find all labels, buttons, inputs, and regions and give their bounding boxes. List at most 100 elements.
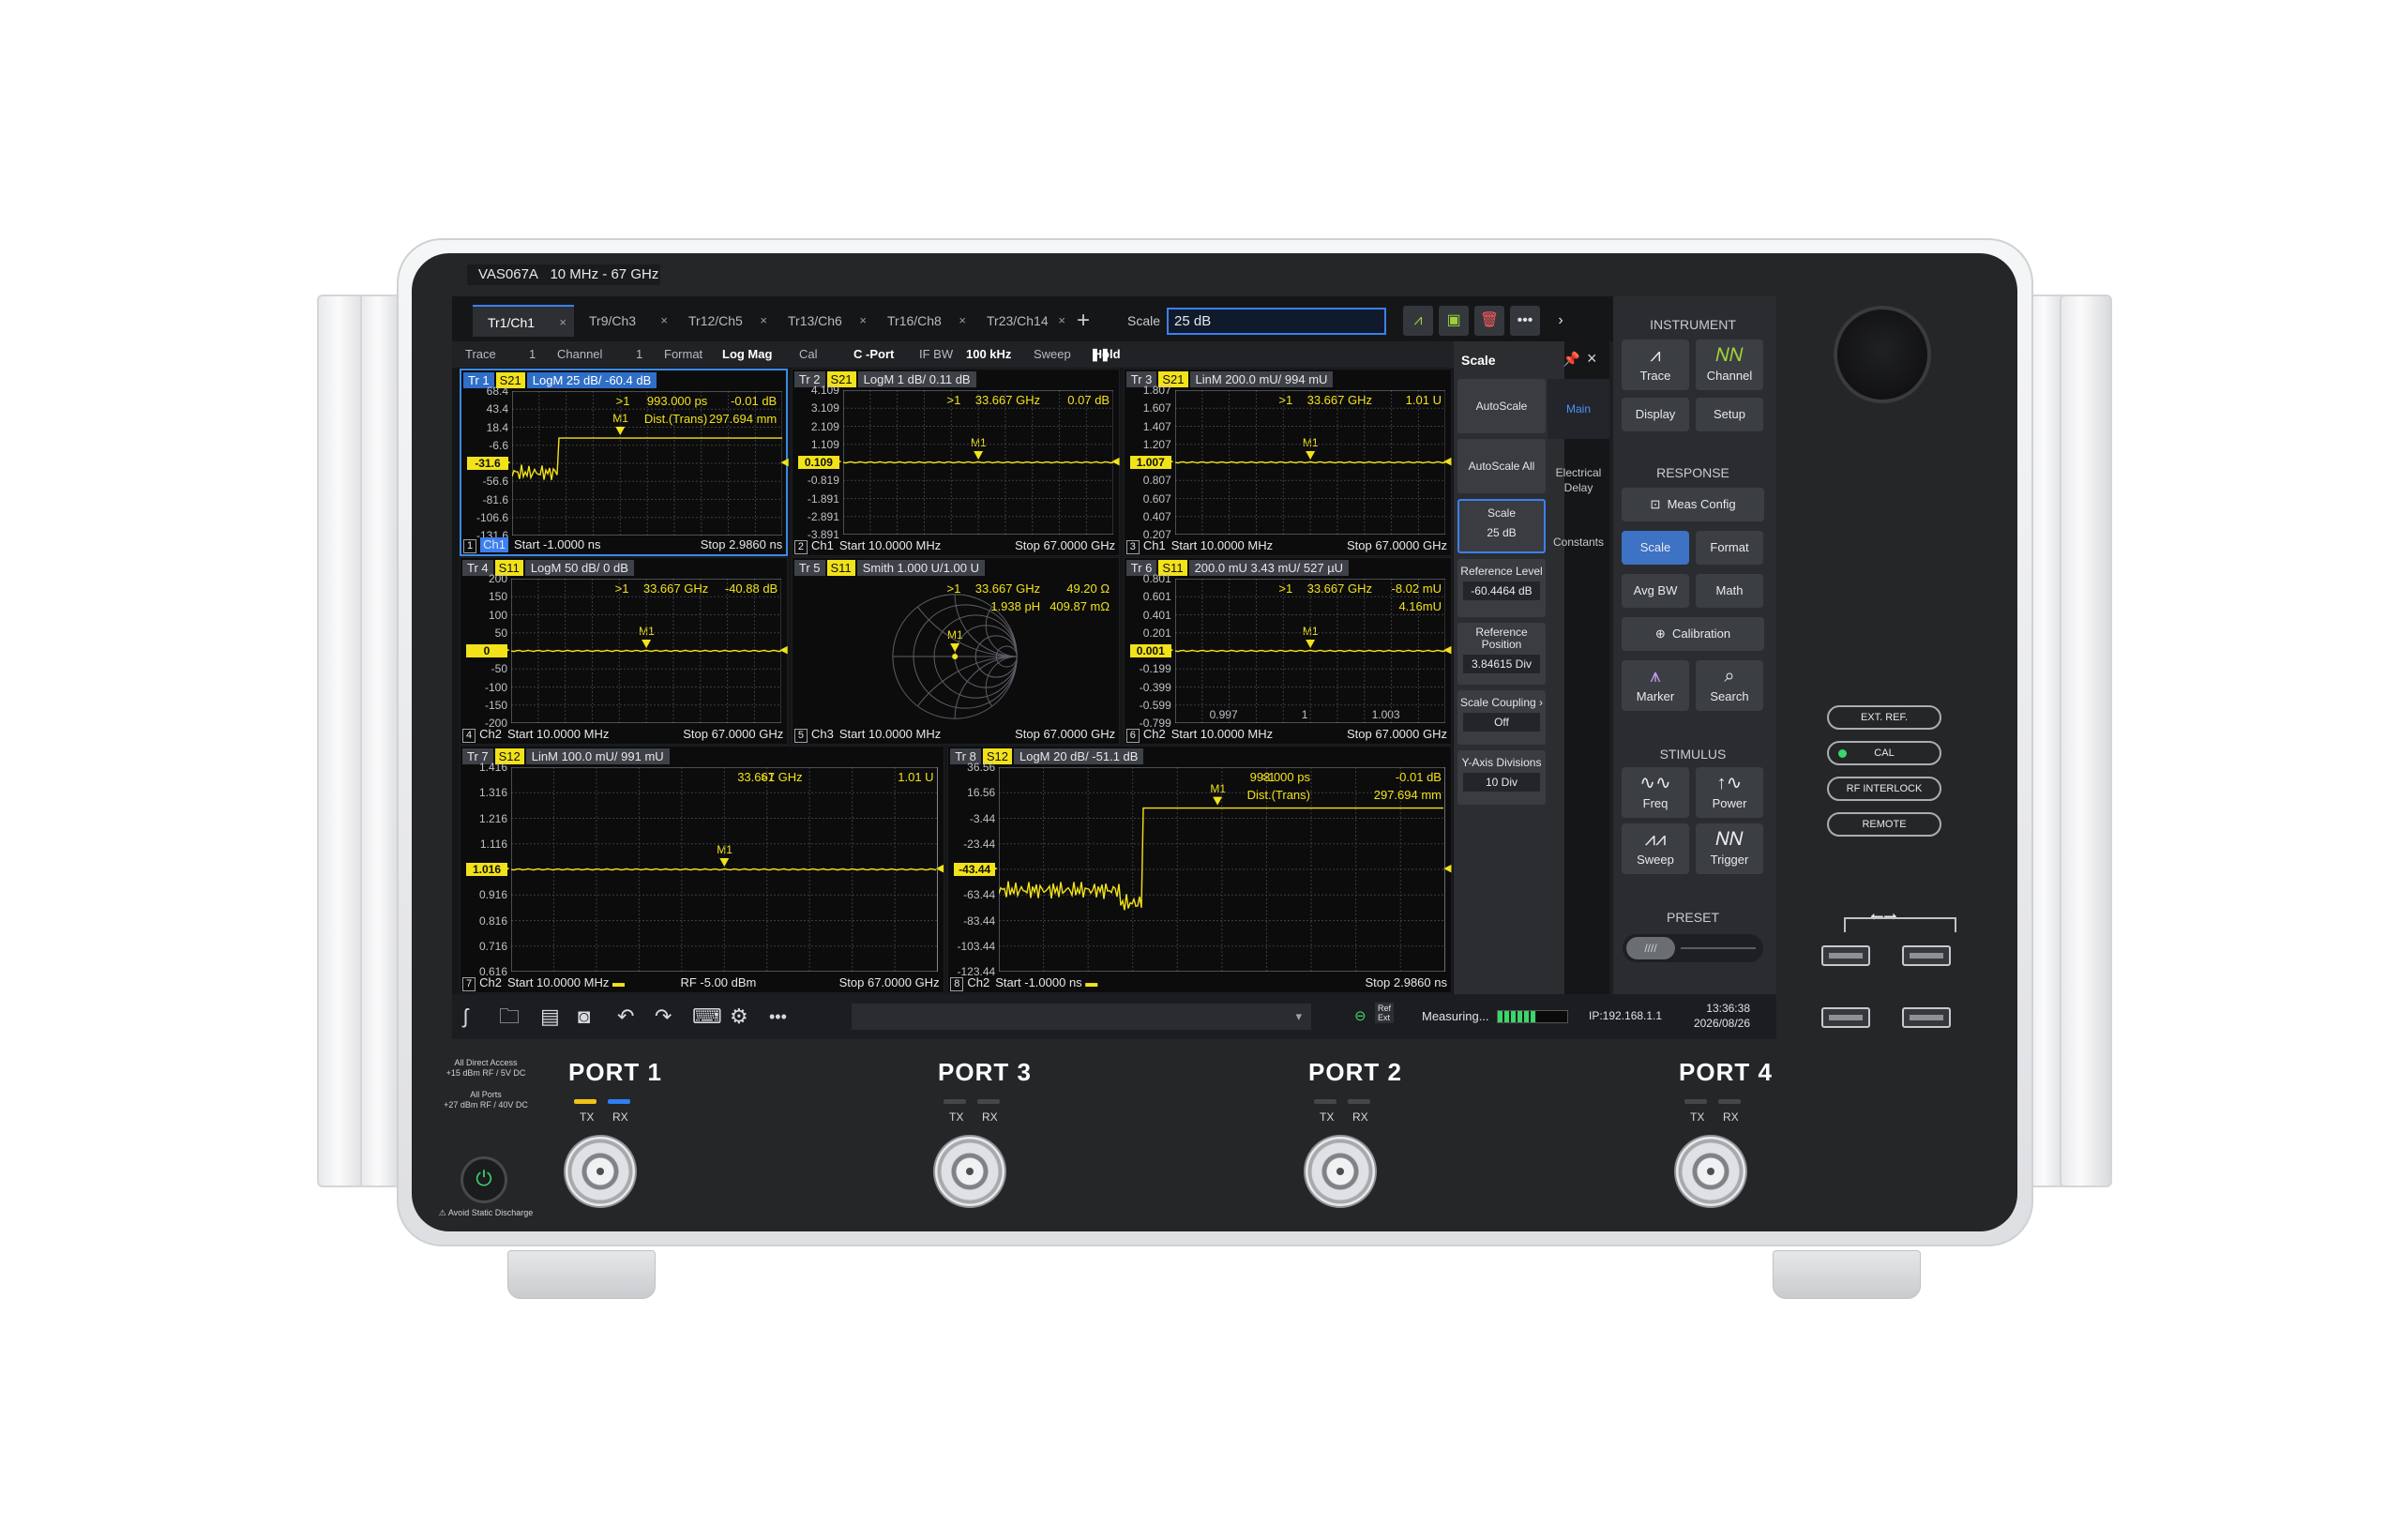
cal-button[interactable]: CAL xyxy=(1827,741,1941,765)
stop-value[interactable]: Stop 67.0000 GHz xyxy=(839,975,940,990)
power-button[interactable]: ⏻ xyxy=(461,1156,507,1203)
stop-value[interactable]: Stop 2.9860 ns xyxy=(701,537,782,552)
stop-value[interactable]: Stop 67.0000 GHz xyxy=(1347,727,1447,742)
close-icon[interactable]: × xyxy=(1587,349,1597,369)
port-connector[interactable] xyxy=(1674,1135,1747,1208)
undo-icon[interactable]: ↶ xyxy=(617,1005,634,1028)
s-parameter-badge[interactable]: S11 xyxy=(826,560,855,576)
autoscale-button[interactable]: AutoScale xyxy=(1457,379,1546,433)
rf-power[interactable]: RF -5.00 dBm xyxy=(680,975,756,990)
trace-pane-2[interactable]: Tr 2S21LogM 1 dB/ 0.11 dBM1▶◀4.1093.1092… xyxy=(791,369,1121,556)
trace-pane-7[interactable]: Tr 7S12LinM 100.0 mU/ 991 mUM1▶◀1.4161.3… xyxy=(460,746,944,993)
trace-number[interactable]: Tr 5 xyxy=(793,560,825,576)
channel-badge[interactable]: Ch2 xyxy=(1143,727,1166,742)
trace-format[interactable]: LogM 50 dB/ 0 dB xyxy=(524,560,634,576)
usb-port-3[interactable] xyxy=(1821,1007,1870,1028)
trace-pane-3[interactable]: Tr 3S21LinM 200.0 mU/ 994 mUM1▶◀1.8071.6… xyxy=(1123,369,1452,556)
scale-coupling-softkey[interactable]: Scale Coupling › Off xyxy=(1457,690,1546,745)
trace-index[interactable]: 2 xyxy=(793,540,808,554)
channel-badge[interactable]: Ch1 xyxy=(1143,538,1166,553)
trace-index[interactable]: 1 xyxy=(463,539,477,553)
trace-index[interactable]: 4 xyxy=(462,729,476,743)
marker-m1-triangle[interactable] xyxy=(949,643,959,652)
setup-key[interactable]: Setup xyxy=(1696,398,1763,431)
ext-ref-button[interactable]: EXT. REF. xyxy=(1827,705,1941,730)
format-key[interactable]: Format xyxy=(1696,531,1763,565)
stop-value[interactable]: Stop 67.0000 GHz xyxy=(683,727,783,742)
channel-badge[interactable]: Ch1 xyxy=(811,538,834,553)
trace-index[interactable]: 6 xyxy=(1125,729,1140,743)
tab-electrical-delay[interactable]: Electrical Delay xyxy=(1548,446,1609,508)
keyboard-icon[interactable]: ⌨ xyxy=(692,1005,722,1028)
more-options-button[interactable]: ••• xyxy=(1510,306,1540,336)
channel-badge[interactable]: Ch3 xyxy=(811,727,834,742)
trace-format[interactable]: LinM 100.0 mU/ 991 mU xyxy=(525,748,670,764)
trace-pane-5[interactable]: Tr 5 S11 Smith 1.000 U/1.00 U M1 >1 33.667 GH… xyxy=(791,557,1121,745)
trace-index[interactable]: 7 xyxy=(462,977,476,991)
reference-level-softkey[interactable]: Reference Level -60.4464 dB xyxy=(1457,559,1546,617)
channel-badge[interactable]: Ch2 xyxy=(479,727,502,742)
settings-icon[interactable]: ⚙ xyxy=(730,1005,748,1028)
marker-m1-triangle[interactable] xyxy=(973,451,983,460)
stop-value[interactable]: Stop 67.0000 GHz xyxy=(1015,727,1115,742)
start-value[interactable]: Start 10.0000 MHz xyxy=(839,727,941,741)
channel-key[interactable]: 𝑁𝑁 Channel xyxy=(1696,340,1763,390)
autoscale-all-button[interactable]: AutoScale All xyxy=(1457,439,1546,493)
plot-area[interactable] xyxy=(1174,390,1445,535)
redo-icon[interactable]: ↷ xyxy=(655,1005,672,1028)
rotary-knob[interactable] xyxy=(1834,306,1931,403)
port-connector[interactable] xyxy=(564,1135,637,1208)
calibration-key[interactable]: ⊕ Calibration xyxy=(1622,617,1764,651)
power-key[interactable]: ↑∿ Power xyxy=(1696,767,1763,818)
scale-softkey[interactable]: Scale 25 dB xyxy=(1457,499,1546,553)
y-axis-divisions-softkey[interactable]: Y-Axis Divisions 10 Div xyxy=(1457,750,1546,805)
delete-trace-button[interactable]: 🗑 xyxy=(1474,306,1504,336)
start-value[interactable]: Start 10.0000 MHz xyxy=(507,975,609,989)
rf-interlock-button[interactable]: RF INTERLOCK xyxy=(1827,777,1941,801)
folder-icon[interactable]: 🗀 xyxy=(499,1005,520,1028)
trace-index[interactable]: 3 xyxy=(1125,540,1140,554)
trace-format[interactable]: LogM 20 dB/ -51.1 dB xyxy=(1013,748,1144,764)
trace-index[interactable]: 5 xyxy=(793,729,808,743)
math-key[interactable]: Math xyxy=(1696,574,1763,608)
marker-key[interactable]: ⩚ Marker xyxy=(1622,660,1689,711)
display-key[interactable]: Display xyxy=(1622,398,1689,431)
touch-screen[interactable]: Tr1/Ch1 × Tr9/Ch3 × Tr12/Ch5 × Tr13/Ch6 × Tr… xyxy=(452,296,1776,1039)
plot-area[interactable] xyxy=(511,579,782,723)
save-icon[interactable]: ▤ xyxy=(540,1005,560,1028)
channel-badge[interactable]: Ch1 xyxy=(480,537,508,552)
remote-button[interactable]: REMOTE xyxy=(1827,812,1941,837)
channel-badge[interactable]: Ch2 xyxy=(479,975,502,990)
marker-m1-triangle[interactable] xyxy=(1305,640,1315,648)
trace-pane-6[interactable]: Tr 6S11200.0 mU 3.43 mU/ 527 µUM1▶◀0.801… xyxy=(1123,557,1452,745)
tab-constants[interactable]: Constants xyxy=(1548,516,1609,568)
trace-format[interactable]: LogM 25 dB/ -60.4 dB xyxy=(526,372,657,388)
marker-m1-triangle[interactable] xyxy=(1213,796,1223,806)
plot-area[interactable] xyxy=(511,767,938,972)
preset-slider-handle[interactable]: //// xyxy=(1626,937,1675,959)
trace-pane-8[interactable]: Tr 8S12LogM 20 dB/ -51.1 dBM1▶◀36.5616.5… xyxy=(947,746,1452,993)
sweep-key[interactable]: ⩘⩘ Sweep xyxy=(1622,823,1689,874)
port-connector[interactable] xyxy=(933,1135,1006,1208)
start-value[interactable]: Start 10.0000 MHz xyxy=(1171,727,1273,741)
marker-m1-triangle[interactable] xyxy=(1305,451,1315,460)
usb-port-4[interactable] xyxy=(1902,1007,1951,1028)
search-key[interactable]: ⌕ Search xyxy=(1696,660,1763,711)
trace-format[interactable]: 200.0 mU 3.43 mU/ 527 µU xyxy=(1188,560,1350,576)
smith-trace-point[interactable] xyxy=(951,654,958,659)
preset-slider-track[interactable]: //// xyxy=(1623,934,1763,962)
stop-value[interactable]: Stop 67.0000 GHz xyxy=(1347,538,1447,553)
trace-format[interactable]: LogM 1 dB/ 0.11 dB xyxy=(857,371,976,387)
stop-value[interactable]: Stop 2.9860 ns xyxy=(1366,975,1447,990)
marker-m1-triangle[interactable] xyxy=(719,858,730,867)
plot-area[interactable] xyxy=(842,390,1114,535)
pin-icon[interactable]: 📌 xyxy=(1563,351,1580,368)
start-value[interactable]: Start -1.0000 ns xyxy=(995,975,1082,989)
start-value[interactable]: Start 10.0000 MHz xyxy=(507,727,609,741)
trace-pane-1[interactable]: Tr 1S21LogM 25 dB/ -60.4 dBM1▶◀68.443.41… xyxy=(460,369,789,556)
trace-index[interactable]: 8 xyxy=(950,977,964,991)
avg-bw-key[interactable]: Avg BW xyxy=(1622,574,1689,608)
app-logo-icon[interactable]: ʃ xyxy=(463,1005,468,1028)
reference-position-softkey[interactable]: Reference Position 3.84615 Div xyxy=(1457,623,1546,685)
start-value[interactable]: Start -1.0000 ns xyxy=(514,537,601,551)
